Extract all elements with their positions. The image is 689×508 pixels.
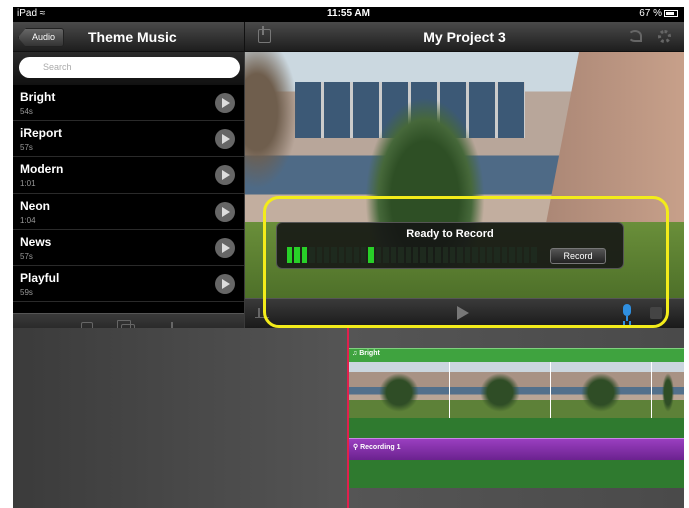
panel-title: Theme Music xyxy=(88,29,177,45)
status-bar: iPad ≈ 11:55 AM 67 % xyxy=(13,7,684,22)
playhead[interactable] xyxy=(347,328,349,508)
song-duration: 57s xyxy=(20,143,33,153)
song-item-bright[interactable]: Bright 54s xyxy=(13,85,244,122)
song-duration: 1:04 xyxy=(20,215,36,225)
video-thumbnail xyxy=(551,362,651,418)
search-bar: Search xyxy=(13,52,244,85)
timeline[interactable]: ♫ Bright ⚲ Recording 1 xyxy=(13,328,684,508)
play-preview-icon[interactable] xyxy=(215,93,235,113)
song-name: News xyxy=(20,234,52,249)
clock: 11:55 AM xyxy=(327,8,370,19)
project-title: My Project 3 xyxy=(423,29,506,45)
panel-header: Audio Theme Music xyxy=(13,22,244,52)
song-name: iReport xyxy=(20,126,62,141)
song-name: Bright xyxy=(20,90,56,104)
music-track-label: ♫ Bright xyxy=(352,350,380,357)
play-preview-icon[interactable] xyxy=(215,273,235,294)
song-name: Neon xyxy=(20,198,50,213)
song-item-news[interactable]: News 57s xyxy=(13,229,244,266)
song-item-playful[interactable]: Playful 59s xyxy=(13,265,244,303)
theme-music-panel: Audio Theme Music Search Bright 54s iRep… xyxy=(13,22,244,343)
song-item-neon[interactable]: Neon 1:04 xyxy=(13,193,244,230)
bare-shrub xyxy=(245,52,305,202)
music-track[interactable]: ♫ Bright xyxy=(349,348,684,362)
play-preview-icon[interactable] xyxy=(215,129,235,150)
play-preview-icon[interactable] xyxy=(215,165,235,186)
video-thumbnail xyxy=(450,362,550,418)
back-audio-button[interactable]: Audio xyxy=(18,28,65,47)
recording-track-label: ⚲ Recording 1 xyxy=(353,444,401,451)
song-duration: 54s xyxy=(20,107,33,116)
music-track-tail xyxy=(349,460,684,488)
song-name: Modern xyxy=(20,162,64,177)
recording-track[interactable]: ⚲ Recording 1 xyxy=(349,438,684,460)
song-item-ireport[interactable]: iReport 57s xyxy=(13,121,244,158)
play-preview-icon[interactable] xyxy=(215,237,235,258)
highlight-annotation xyxy=(263,196,669,328)
song-duration: 1:01 xyxy=(20,179,36,189)
video-clip-track[interactable] xyxy=(349,362,684,418)
video-thumbnail xyxy=(652,362,684,418)
song-item-modern[interactable]: Modern 1:01 xyxy=(13,157,244,194)
project-header: My Project 3 xyxy=(244,22,684,52)
song-duration: 59s xyxy=(20,287,33,297)
song-duration: 57s xyxy=(20,251,33,261)
battery-indicator: 67 % xyxy=(639,8,678,19)
song-list: Bright 54s iReport 57s Modern 1:01 Neon … xyxy=(13,85,244,303)
play-preview-icon[interactable] xyxy=(215,201,235,222)
gear-icon[interactable] xyxy=(658,30,671,43)
song-name: Playful xyxy=(20,270,60,285)
battery-icon xyxy=(664,9,678,17)
search-input[interactable]: Search xyxy=(19,57,240,78)
music-track-body xyxy=(349,418,684,438)
video-thumbnail xyxy=(349,362,449,418)
undo-icon[interactable] xyxy=(628,30,642,42)
